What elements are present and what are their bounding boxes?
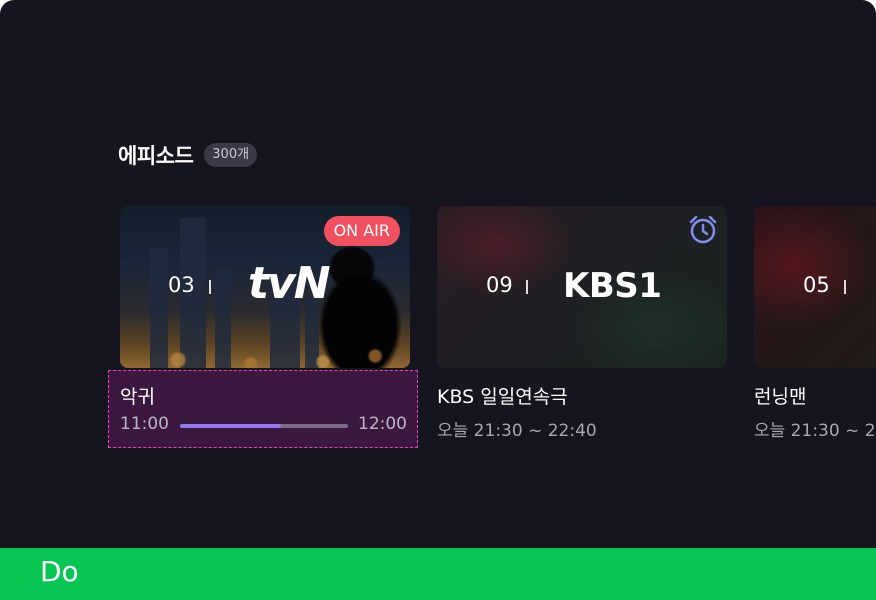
kbs1-logo: KBS1 [563, 266, 662, 306]
program-title: 런닝맨 [754, 386, 807, 408]
end-time: 12:00 [358, 414, 407, 434]
section-header: 에피소드 300개 [118, 140, 258, 170]
do-label: Do [40, 555, 79, 588]
divider [844, 280, 846, 294]
episode-card-3[interactable]: 05 런닝맨 오늘 21:30 ~ 2 [754, 206, 876, 441]
program-title: 악귀 [120, 386, 155, 408]
episode-number: 03 [168, 273, 195, 297]
program-title: KBS 일일연속극 [437, 386, 568, 408]
airtime-text: 오늘 21:30 ~ 2 [754, 421, 876, 441]
episode-number: 05 [803, 273, 830, 297]
airtime-text: 오늘 21:30 ~ 22:40 [437, 421, 597, 441]
tvn-logo: tvN [248, 258, 331, 309]
episode-count-badge: 300개 [204, 143, 258, 167]
episode-thumbnail: 05 [754, 206, 876, 368]
do-banner: Do [0, 548, 876, 600]
divider [209, 280, 211, 294]
section-title: 에피소드 [118, 144, 194, 168]
episode-number: 09 [486, 273, 513, 297]
episode-thumbnail: 03 tvN ON AIR [120, 206, 410, 368]
episode-thumbnail: 09 KBS1 [437, 206, 727, 368]
screen: 에피소드 300개 03 tvN ON AIR 악귀 11:00 12:00 0… [0, 0, 876, 600]
episode-card-2[interactable]: 09 KBS1 KBS 일일연속극 오늘 21:30 ~ 22:40 [437, 206, 727, 441]
start-time: 11:00 [120, 414, 169, 434]
progress-track [180, 424, 348, 428]
on-air-badge: ON AIR [323, 216, 400, 246]
alarm-clock-icon [689, 215, 717, 244]
progress-fill [180, 424, 281, 428]
episode-card-1[interactable]: 03 tvN ON AIR 악귀 11:00 12:00 [108, 206, 418, 448]
divider [526, 280, 528, 294]
airtime-progress: 11:00 12:00 [120, 414, 410, 436]
